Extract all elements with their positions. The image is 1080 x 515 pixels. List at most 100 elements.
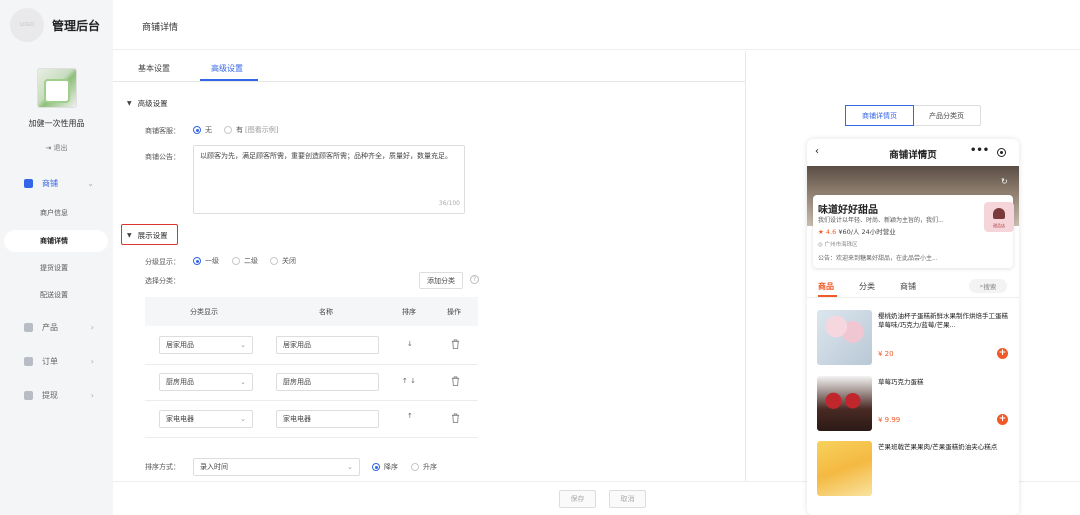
trash-icon[interactable] <box>451 413 460 423</box>
shop-info-card: 味道好好甜品 我们设计以年轻、时尚、新颖为主旨的，我们... ★ 4.6 ¥60… <box>813 195 1014 268</box>
refresh-icon[interactable]: ↻ <box>1001 177 1008 186</box>
preview-tabs: 商铺详情页 产品分类页 <box>845 105 981 126</box>
level-radio-one[interactable]: 一级 <box>193 256 219 266</box>
app-title: 管理后台 <box>52 18 101 33</box>
sub-item-pickup-settings[interactable]: 提货设置 <box>0 257 113 279</box>
help-icon[interactable]: ? <box>470 275 479 284</box>
product-icon <box>24 323 33 332</box>
nav-label: 商铺 <box>42 179 58 188</box>
product-image <box>817 310 872 365</box>
phone-tab-category[interactable]: 分类 <box>859 281 875 292</box>
column-header: 名称 <box>319 308 333 316</box>
product-name: 樱桃奶油杯子蛋糕新鲜水果制作烘焙手工蛋糕草莓味/巧克力/蓝莓/芒果... <box>878 312 1008 329</box>
level-radio-off[interactable]: 关闭 <box>270 256 296 266</box>
sort-arrows[interactable]: ↑ ↓ <box>402 377 416 385</box>
sub-item-delivery-settings[interactable]: 配送设置 <box>0 284 113 306</box>
order-label: 排序方式： <box>145 463 180 471</box>
sort-arrows[interactable]: ↓ <box>407 340 413 348</box>
nav-label: 产品 <box>42 323 58 332</box>
row-divider <box>145 364 478 365</box>
product-item[interactable]: 樱桃奶油杯子蛋糕新鲜水果制作烘焙手工蛋糕草莓味/巧克力/蓝莓/芒果... ¥ 2… <box>817 310 1013 365</box>
shop-address: ◎ 广州市海珠区 <box>818 240 858 248</box>
level-radio-two[interactable]: 二级 <box>232 256 258 266</box>
select-category-label: 选择分类： <box>145 277 180 285</box>
page-header: 商铺详情 <box>113 0 1080 50</box>
phone-tab-goods[interactable]: 商品 <box>818 281 834 292</box>
phone-preview: ‹ 商铺详情页 ••• ↻ 味道好好甜品 我们设计以年轻、时尚、新颖为主旨的，我… <box>807 139 1019 515</box>
cancel-button[interactable]: 取消 <box>609 490 646 508</box>
view-example-link[interactable]: [图看示例] <box>245 125 278 135</box>
tab-advanced-settings[interactable]: 高级设置 <box>211 63 243 74</box>
add-to-cart-icon[interactable]: + <box>997 414 1008 425</box>
category-name-input[interactable]: 居家用品 <box>276 336 379 354</box>
radio-dot <box>193 126 201 134</box>
category-name-input[interactable]: 家电电器 <box>276 410 379 428</box>
logout-button[interactable]: ⇥ 退出 <box>0 143 113 153</box>
product-name: 草莓巧克力蛋糕 <box>878 378 924 386</box>
shop-icon <box>24 179 33 188</box>
order-radio-asc[interactable]: 升序 <box>411 462 437 472</box>
nav-item-shop[interactable]: 商铺 ⌄ <box>24 178 104 189</box>
radio-label: 有 <box>236 126 243 134</box>
preview-tab-product-category[interactable]: 产品分类页 <box>913 106 980 125</box>
radio-label: 无 <box>205 126 212 134</box>
nav-item-products[interactable]: 产品 › <box>24 322 104 333</box>
category-select[interactable]: 家电电器 ⌄ <box>159 410 253 428</box>
save-button[interactable]: 保存 <box>559 490 596 508</box>
tab-underline <box>818 295 837 297</box>
shop-avatar: 甜品店 <box>984 202 1014 232</box>
column-header: 分类显示 <box>190 308 218 316</box>
tab-bar: 基本设置 高级设置 <box>113 51 745 82</box>
shop-slogan: 我们设计以年轻、时尚、新颖为主旨的，我们... <box>818 217 944 224</box>
trash-icon[interactable] <box>451 339 460 349</box>
product-name: 芒果班戟芒果果肉/芒果蛋糕奶油夹心糕点 <box>878 443 998 451</box>
sort-arrows[interactable]: ↑ <box>407 412 413 420</box>
char-count: 36/100 <box>438 200 460 207</box>
rating-info: ¥60/人 24小时营业 <box>838 228 896 236</box>
product-price: ¥ 20 <box>878 350 894 358</box>
order-radio-desc[interactable]: 降序 <box>372 462 398 472</box>
shop-name: 味道好好甜品 <box>818 205 878 216</box>
radio-label: 关闭 <box>282 257 296 265</box>
notice-textarea[interactable]: 以顾客为先，满足顾客所需，重要创造顾客所需；品种齐全，质量好，数量充足。 36/… <box>193 145 465 214</box>
radio-dot <box>411 463 419 471</box>
caret-down-icon: ▼ <box>127 232 132 239</box>
section-advanced[interactable]: ▼ 高级设置 <box>127 98 168 109</box>
radio-label: 升序 <box>423 463 437 471</box>
tab-basic-settings[interactable]: 基本设置 <box>138 63 170 74</box>
rating-value: 4.6 <box>825 228 837 236</box>
product-image <box>817 376 872 431</box>
logout-icon: ⇥ <box>45 144 54 152</box>
sub-item-shop-detail[interactable]: 商铺详情 <box>4 230 108 252</box>
category-select[interactable]: 居家用品 ⌄ <box>159 336 253 354</box>
service-radio-none[interactable]: 无 <box>193 125 212 135</box>
target-icon[interactable] <box>997 148 1006 157</box>
category-name-input[interactable]: 厨房用品 <box>276 373 379 391</box>
chevron-right-icon: › <box>90 357 94 366</box>
nav-item-orders[interactable]: 订单 › <box>24 356 104 367</box>
more-icon[interactable]: ••• <box>970 145 989 156</box>
preview-tab-shop-detail[interactable]: 商铺详情页 <box>845 105 914 126</box>
sub-item-merchant-info[interactable]: 商户信息 <box>0 202 113 224</box>
service-label: 商铺客服： <box>145 127 180 135</box>
category-select[interactable]: 厨房用品 ⌄ <box>159 373 253 391</box>
chevron-down-icon: ⌄ <box>240 378 246 386</box>
search-label: 搜索 <box>983 283 997 291</box>
add-category-button[interactable]: 添加分类 <box>419 272 463 289</box>
nav-item-withdraw[interactable]: 提现 › <box>24 390 104 401</box>
service-radio-yes[interactable]: 有 [图看示例] <box>224 125 278 135</box>
add-to-cart-icon[interactable]: + <box>997 348 1008 359</box>
chevron-right-icon: › <box>90 391 94 400</box>
shop-notice: 公告：欢迎来到糖果好甜品，在此品尝小主... <box>818 255 938 262</box>
select-value: 厨房用品 <box>166 378 194 386</box>
order-select[interactable]: 录入时间 ⌄ <box>193 458 360 476</box>
section-display[interactable]: ▼ 展示设置 <box>127 230 168 241</box>
tab-underline <box>200 79 258 81</box>
phone-search-button[interactable]: ⌕ 搜索 <box>969 279 1007 293</box>
product-item[interactable]: 芒果班戟芒果果肉/芒果蛋糕奶油夹心糕点 <box>817 441 1013 496</box>
radio-dot <box>372 463 380 471</box>
phone-tab-shop[interactable]: 商铺 <box>900 281 916 292</box>
product-item[interactable]: 草莓巧克力蛋糕 ¥ 9.99 + <box>817 376 1013 431</box>
trash-icon[interactable] <box>451 376 460 386</box>
section-title: 高级设置 <box>137 99 168 108</box>
